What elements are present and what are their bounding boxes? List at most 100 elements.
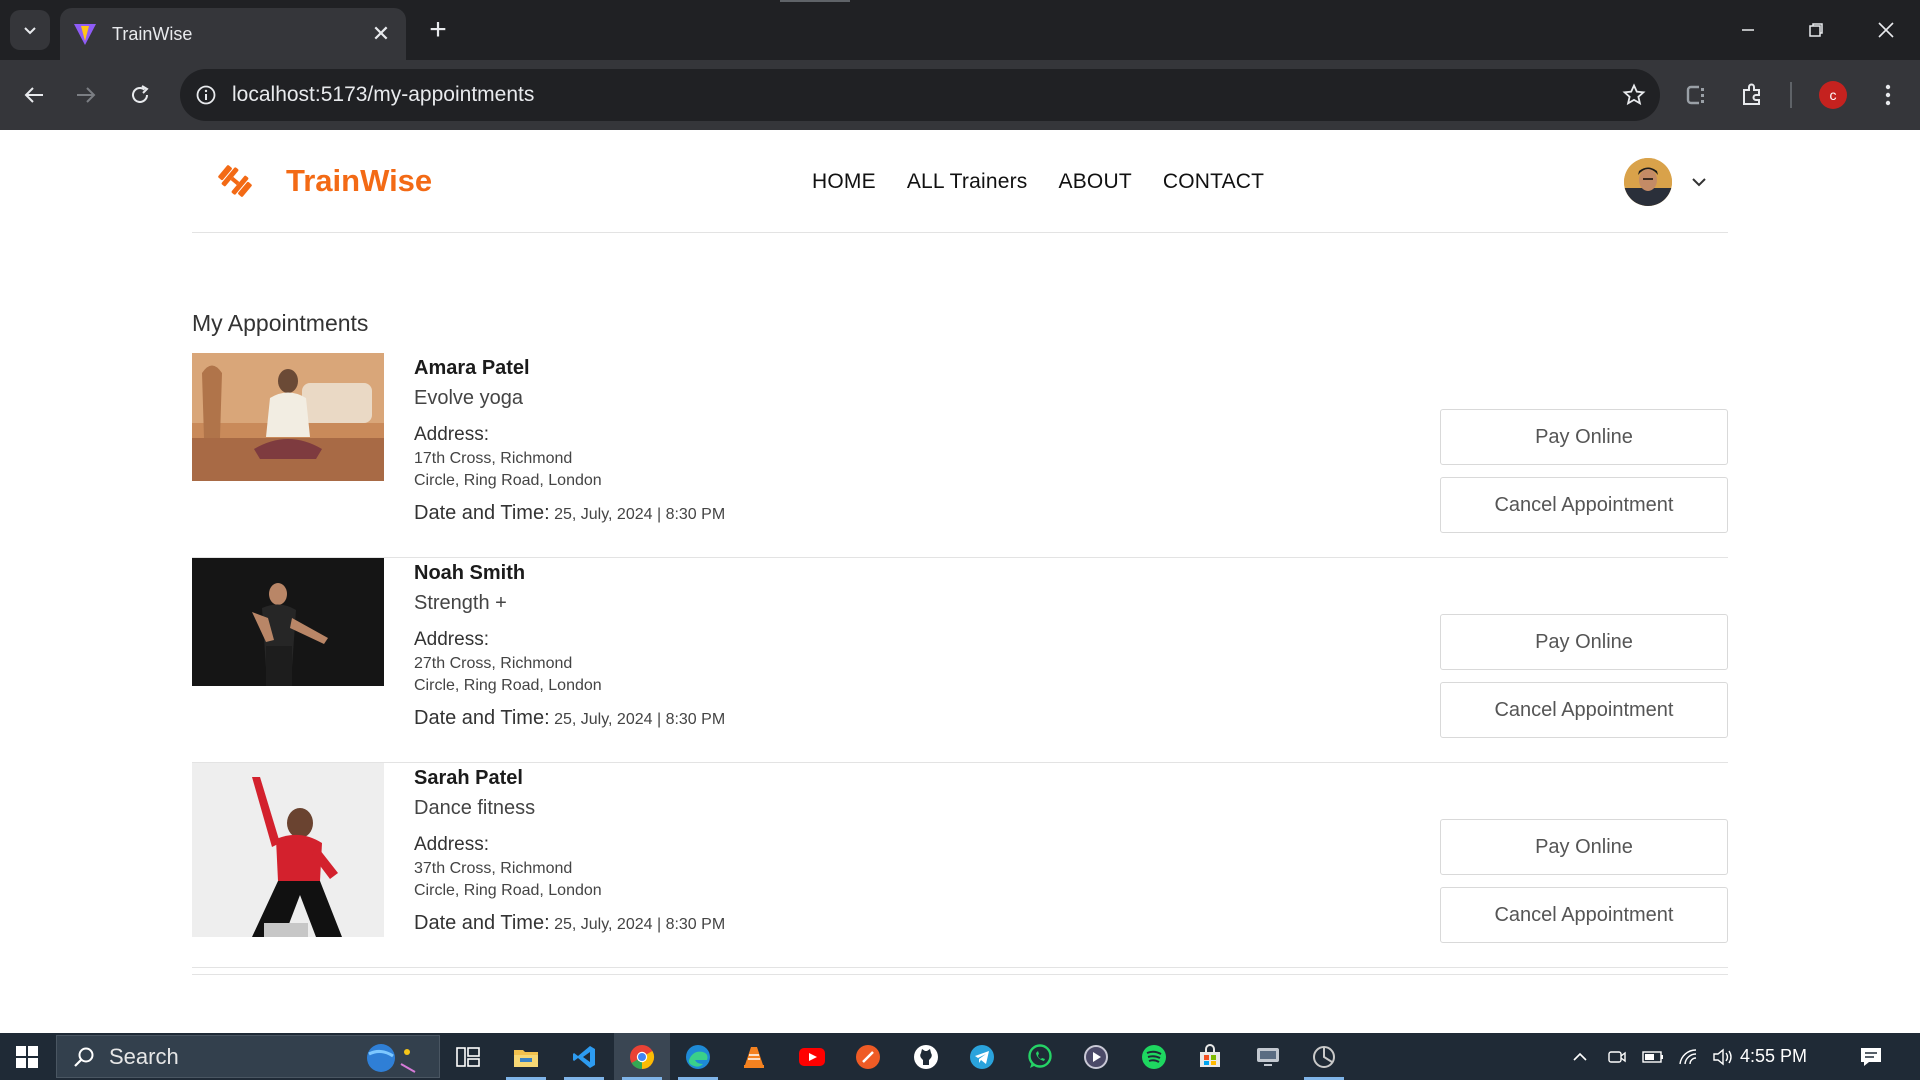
trainer-photo — [192, 353, 384, 481]
chevron-down-icon — [24, 27, 36, 35]
store-icon[interactable] — [1182, 1033, 1238, 1080]
browser-tab[interactable]: TrainWise ✕ — [60, 8, 406, 60]
restore-button[interactable] — [1782, 0, 1850, 60]
pay-online-button[interactable]: Pay Online — [1440, 409, 1728, 465]
forward-button[interactable] — [66, 75, 106, 115]
taskbar-clock[interactable]: 4:55 PM — [1740, 1033, 1807, 1080]
trainer-speciality: Evolve yoga — [414, 387, 523, 409]
bookmark-star-icon[interactable] — [1608, 69, 1660, 121]
site-logo[interactable]: TrainWise — [214, 160, 432, 202]
search-label: Search — [109, 1043, 179, 1069]
nav-home[interactable]: HOME — [812, 170, 876, 194]
close-icon — [1878, 22, 1894, 38]
url-text: localhost:5173/my-appointments — [232, 83, 535, 106]
spotify-icon[interactable] — [1126, 1033, 1182, 1080]
cancel-appointment-button[interactable]: Cancel Appointment — [1440, 887, 1728, 943]
vscode-icon[interactable] — [556, 1033, 612, 1080]
cursor-app-icon[interactable] — [1296, 1033, 1352, 1080]
address-line-2: Circle, Ring Road, London — [414, 677, 602, 694]
media-player-icon[interactable] — [1068, 1033, 1124, 1080]
appointment-card: Noah Smith Strength + Address: 27th Cros… — [192, 558, 1728, 763]
telegram-icon[interactable] — [954, 1033, 1010, 1080]
trainer-name: Amara Patel — [414, 357, 530, 379]
github-icon[interactable] — [898, 1033, 954, 1080]
datetime-value: 25, July, 2024 | 8:30 PM — [554, 711, 726, 728]
drag-indicator — [780, 0, 850, 2]
browser-titlebar: TrainWise ✕ + — [0, 0, 1920, 60]
tab-title: TrainWise — [112, 23, 193, 44]
profile-button[interactable]: c — [1813, 75, 1853, 115]
postman-icon[interactable] — [840, 1033, 896, 1080]
datetime-value: 25, July, 2024 | 8:30 PM — [554, 916, 726, 933]
user-menu[interactable] — [1624, 158, 1708, 206]
nav-all-trainers[interactable]: ALL Trainers — [907, 170, 1028, 194]
toolbar-separator — [1790, 82, 1792, 108]
battery-icon[interactable] — [1640, 1033, 1666, 1080]
appointment-datetime: Date and Time: 25, July, 2024 | 8:30 PM — [414, 912, 1014, 935]
file-explorer-icon[interactable] — [498, 1033, 554, 1080]
datetime-label: Date and Time: — [414, 912, 550, 934]
back-button[interactable] — [14, 75, 54, 115]
chevron-down-icon — [1692, 178, 1706, 187]
site-header: TrainWise HOME ALL Trainers ABOUT CONTAC… — [192, 130, 1728, 233]
volume-icon[interactable] — [1710, 1033, 1736, 1080]
nav-about[interactable]: ABOUT — [1059, 170, 1132, 194]
address-line-2: Circle, Ring Road, London — [414, 472, 602, 489]
youtube-icon[interactable] — [784, 1033, 840, 1080]
address-line-1: 17th Cross, Richmond — [414, 450, 573, 467]
datetime-label: Date and Time: — [414, 502, 550, 524]
cancel-appointment-button[interactable]: Cancel Appointment — [1440, 477, 1728, 533]
start-button[interactable] — [0, 1033, 54, 1080]
taskbar-search[interactable]: Search — [56, 1035, 440, 1078]
address-label: Address: — [414, 834, 489, 855]
appointment-actions: Pay Online Cancel Appointment — [1440, 409, 1728, 545]
windows-taskbar: Search 4:55 PM — [0, 1033, 1920, 1080]
extensions-puzzle-icon[interactable] — [1732, 75, 1772, 115]
appointment-actions: Pay Online Cancel Appointment — [1440, 819, 1728, 955]
minimize-icon — [1742, 29, 1754, 31]
windows-logo-icon — [16, 1045, 38, 1068]
tab-close-icon[interactable]: ✕ — [368, 21, 394, 47]
page-title: My Appointments — [192, 310, 369, 336]
pay-online-button[interactable]: Pay Online — [1440, 819, 1728, 875]
search-icon — [74, 1047, 94, 1067]
vite-favicon-icon — [74, 24, 96, 45]
remote-desktop-icon[interactable] — [1240, 1033, 1296, 1080]
trainer-speciality: Strength + — [414, 592, 507, 614]
pay-online-button[interactable]: Pay Online — [1440, 614, 1728, 670]
tab-search-button[interactable] — [10, 10, 50, 50]
page-content: TrainWise HOME ALL Trainers ABOUT CONTAC… — [0, 130, 1920, 1033]
site-info-icon[interactable] — [180, 69, 232, 121]
chrome-icon[interactable] — [614, 1033, 670, 1080]
address-line-2: Circle, Ring Road, London — [414, 882, 602, 899]
tray-overflow-icon[interactable] — [1570, 1033, 1590, 1080]
dumbbell-icon — [218, 165, 252, 197]
appointment-datetime: Date and Time: 25, July, 2024 | 8:30 PM — [414, 707, 1014, 730]
nav-contact[interactable]: CONTACT — [1163, 170, 1264, 194]
search-highlight-icon — [367, 1044, 416, 1073]
edge-icon[interactable] — [670, 1033, 726, 1080]
appointment-card: Amara Patel Evolve yoga Address: 17th Cr… — [192, 353, 1728, 558]
cancel-appointment-button[interactable]: Cancel Appointment — [1440, 682, 1728, 738]
address-bar[interactable]: localhost:5173/my-appointments — [180, 69, 1660, 121]
whatsapp-icon[interactable] — [1012, 1033, 1068, 1080]
meet-now-icon[interactable] — [1605, 1033, 1629, 1080]
close-window-button[interactable] — [1852, 0, 1920, 60]
notifications-icon[interactable] — [1856, 1033, 1886, 1080]
address-line-1: 27th Cross, Richmond — [414, 655, 573, 672]
address-line-1: 37th Cross, Richmond — [414, 860, 573, 877]
task-view-icon[interactable] — [440, 1033, 496, 1080]
new-tab-button[interactable]: + — [420, 12, 456, 48]
address-label: Address: — [414, 424, 489, 445]
vlc-icon[interactable] — [726, 1033, 782, 1080]
address-label: Address: — [414, 629, 489, 650]
trainer-photo — [192, 763, 384, 937]
minimize-button[interactable] — [1714, 0, 1782, 60]
footer-divider — [192, 974, 1728, 975]
reload-button[interactable] — [120, 75, 160, 115]
restore-icon — [1809, 23, 1823, 37]
extension-c-icon[interactable] — [1676, 75, 1716, 115]
browser-menu-icon[interactable] — [1868, 75, 1908, 115]
wifi-icon[interactable] — [1676, 1033, 1702, 1080]
appointment-info: Amara Patel Evolve yoga Address: 17th Cr… — [414, 357, 1014, 525]
